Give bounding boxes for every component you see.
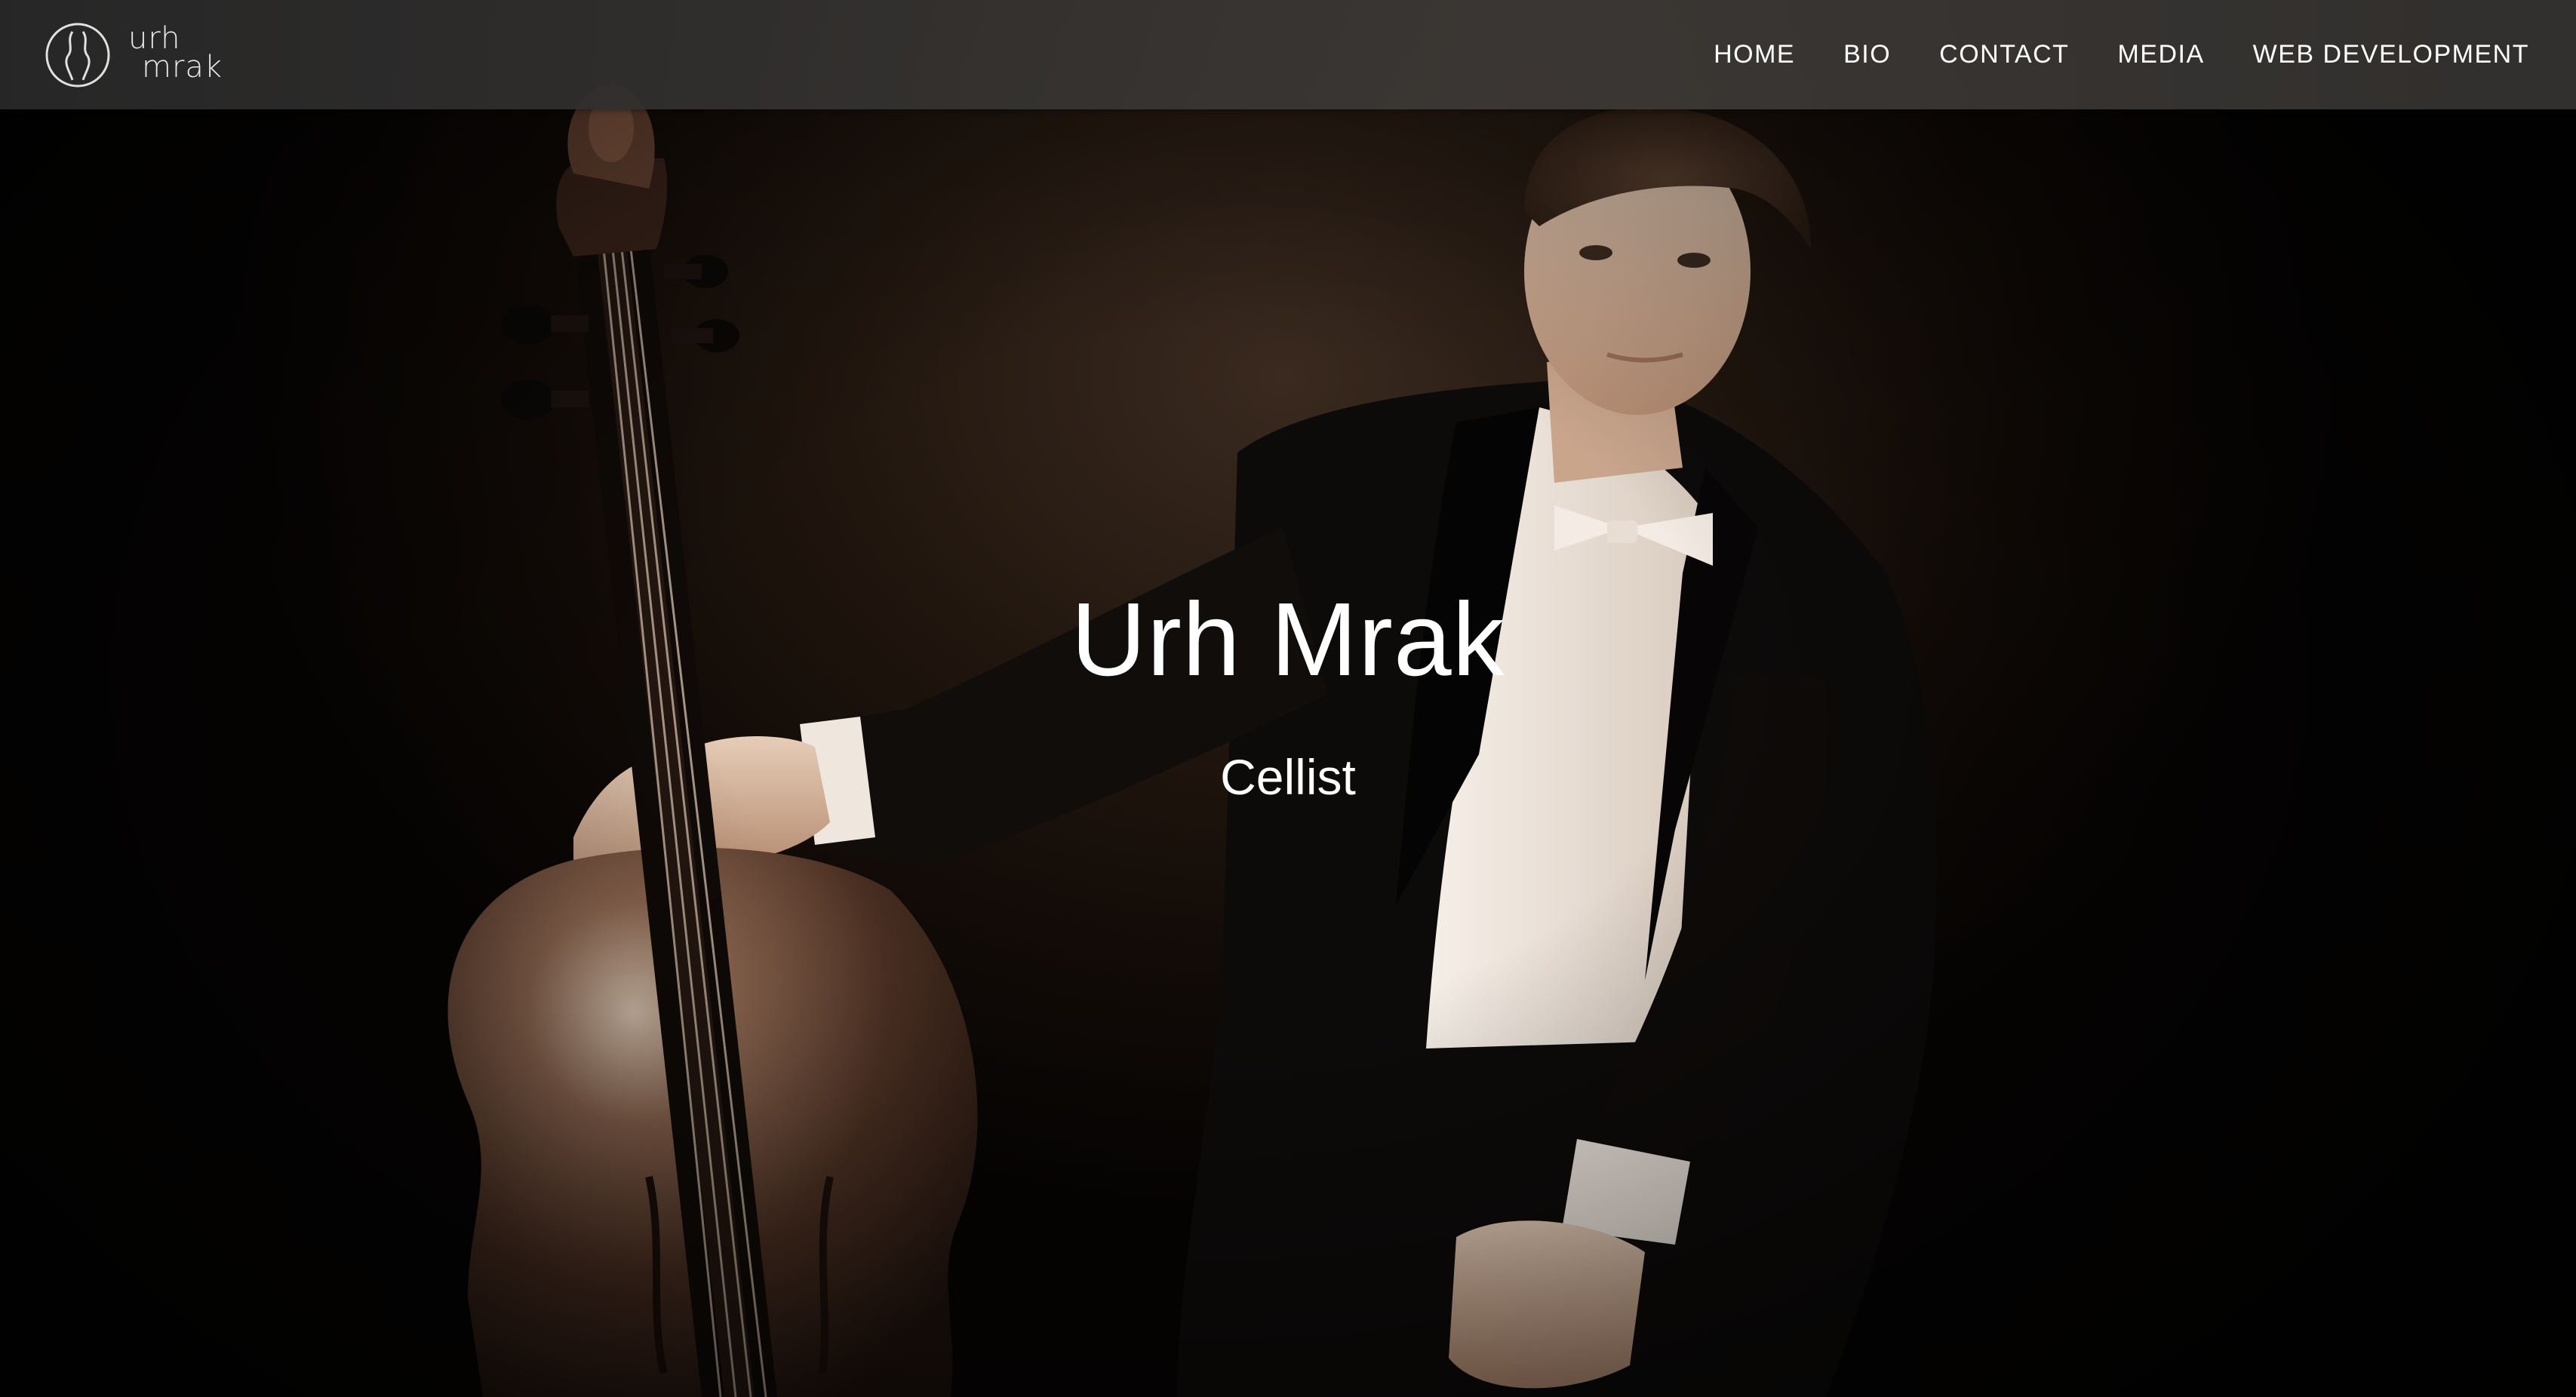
nav-item-contact[interactable]: CONTACT bbox=[1939, 40, 2069, 69]
nav-item-home[interactable]: HOME bbox=[1714, 40, 1795, 69]
main-nav: HOME BIO CONTACT MEDIA WEB DEVELOPMENT bbox=[1665, 0, 2529, 109]
nav-item-bio[interactable]: BIO bbox=[1843, 40, 1891, 69]
cello-circle-icon bbox=[45, 23, 110, 88]
logo-wordmark: urh mrak bbox=[128, 23, 223, 84]
nav-item-media[interactable]: MEDIA bbox=[2117, 40, 2204, 69]
hero-title: Urh Mrak bbox=[1071, 582, 1505, 698]
site-header: urh mrak HOME BIO CONTACT MEDIA WEB DEVE… bbox=[0, 0, 2576, 109]
nav-item-web-development[interactable]: WEB DEVELOPMENT bbox=[2253, 40, 2529, 69]
hero-subtitle: Cellist bbox=[1220, 749, 1356, 805]
logo-line-2: mrak bbox=[142, 50, 223, 84]
site-logo[interactable]: urh mrak bbox=[44, 21, 240, 89]
